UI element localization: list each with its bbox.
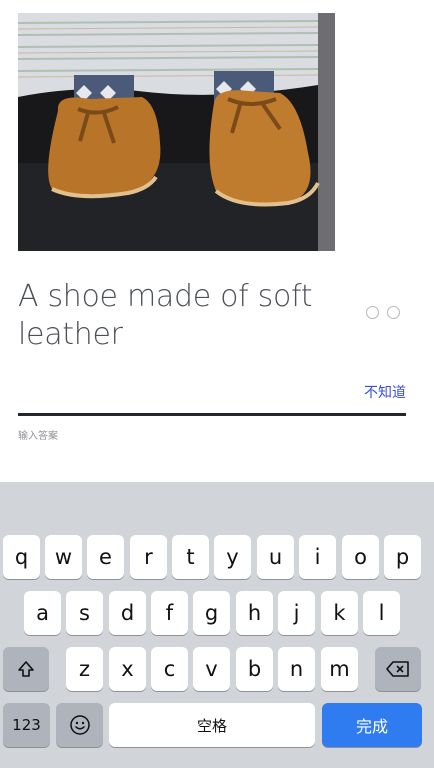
key-x[interactable]: x: [109, 647, 146, 691]
numbers-key[interactable]: 123: [3, 703, 50, 747]
key-e[interactable]: e: [87, 535, 124, 579]
progress-dot-icon: [366, 306, 379, 319]
key-n[interactable]: n: [278, 647, 315, 691]
space-key[interactable]: 空格: [109, 703, 315, 747]
backspace-key[interactable]: [375, 647, 421, 691]
flashcard-image: [18, 13, 335, 251]
dont-know-button[interactable]: 不知道: [364, 382, 406, 402]
key-q[interactable]: q: [3, 535, 40, 579]
key-w[interactable]: w: [45, 535, 82, 579]
key-g[interactable]: g: [193, 591, 230, 635]
emoji-icon: [69, 715, 90, 735]
moccasin-photo: [18, 13, 335, 251]
key-b[interactable]: b: [236, 647, 273, 691]
key-k[interactable]: k: [321, 591, 358, 635]
key-p[interactable]: p: [384, 535, 421, 579]
key-c[interactable]: c: [151, 647, 188, 691]
key-t[interactable]: t: [172, 535, 209, 579]
onscreen-keyboard: q w e r t y u i o p a s d f g h j k l z …: [0, 482, 434, 768]
key-y[interactable]: y: [214, 535, 251, 579]
key-d[interactable]: d: [109, 591, 146, 635]
progress-dot-icon: [387, 306, 400, 319]
done-key[interactable]: 完成: [322, 703, 422, 747]
key-m[interactable]: m: [321, 647, 358, 691]
flashcard-question: A shoe made of soft leather: [18, 279, 313, 352]
shift-key[interactable]: [3, 647, 49, 691]
key-s[interactable]: s: [66, 591, 103, 635]
key-v[interactable]: v: [193, 647, 230, 691]
key-l[interactable]: l: [363, 591, 400, 635]
key-r[interactable]: r: [130, 535, 167, 579]
backspace-icon: [386, 661, 409, 677]
key-i[interactable]: i: [299, 535, 336, 579]
key-h[interactable]: h: [236, 591, 273, 635]
emoji-key[interactable]: [56, 703, 103, 747]
answer-input-hint: 输入答案: [18, 431, 58, 442]
key-z[interactable]: z: [66, 647, 103, 691]
progress-indicator: [366, 306, 400, 319]
key-f[interactable]: f: [151, 591, 188, 635]
key-u[interactable]: u: [257, 535, 294, 579]
answer-input[interactable]: [18, 413, 406, 416]
shift-icon: [18, 661, 34, 677]
key-o[interactable]: o: [342, 535, 379, 579]
key-j[interactable]: j: [278, 591, 315, 635]
key-a[interactable]: a: [24, 591, 61, 635]
